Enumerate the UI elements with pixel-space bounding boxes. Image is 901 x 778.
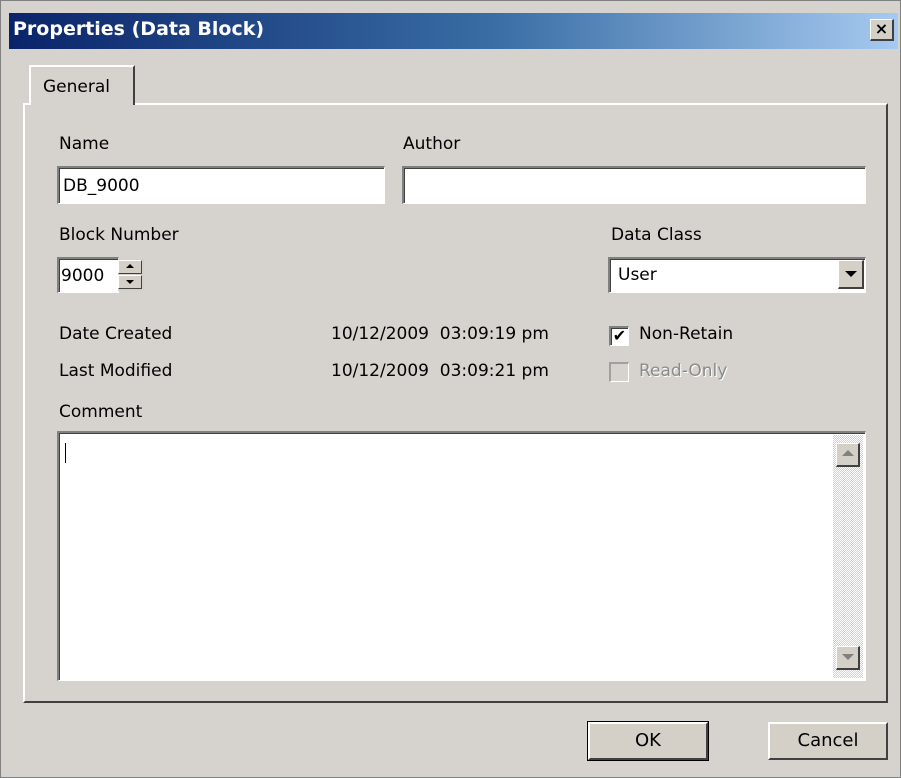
block-number-label: Block Number <box>59 225 179 245</box>
scroll-down-button[interactable] <box>836 646 860 670</box>
non-retain-checkbox[interactable]: ✔ <box>609 326 629 346</box>
spin-down-button[interactable] <box>118 275 142 289</box>
last-modified-label: Last Modified <box>59 361 173 381</box>
arrow-down-icon <box>842 654 854 660</box>
arrow-up-icon <box>842 450 854 456</box>
name-label: Name <box>59 134 110 154</box>
title-bar[interactable]: Properties (Data Block) × <box>9 13 898 49</box>
comment-scrollbar[interactable] <box>833 435 863 678</box>
tab-general[interactable]: General <box>29 65 135 105</box>
read-only-checkbox[interactable] <box>609 362 629 382</box>
close-icon: × <box>874 19 889 38</box>
author-input[interactable] <box>402 166 866 204</box>
comment-label: Comment <box>59 402 143 422</box>
block-number-spinner <box>118 259 144 291</box>
read-only-label: Read-Only <box>639 361 728 381</box>
arrow-down-icon <box>126 280 134 284</box>
date-created-value: 10/12/2009 03:09:19 pm <box>331 324 549 344</box>
ok-button[interactable]: OK <box>587 721 709 761</box>
tab-general-label: General <box>43 77 110 97</box>
checkmark-icon: ✔ <box>612 326 627 345</box>
block-number-input[interactable] <box>57 257 119 293</box>
last-modified-value: 10/12/2009 03:09:21 pm <box>331 361 549 381</box>
data-class-label: Data Class <box>611 225 702 245</box>
data-class-value: User <box>618 265 657 285</box>
name-input[interactable] <box>57 166 385 204</box>
date-created-label: Date Created <box>59 324 173 344</box>
close-button[interactable]: × <box>870 19 894 41</box>
scroll-up-button[interactable] <box>836 443 860 467</box>
data-class-select[interactable]: User <box>608 257 866 293</box>
non-retain-label[interactable]: Non-Retain <box>639 324 733 344</box>
comment-textarea[interactable] <box>57 431 866 681</box>
text-caret <box>65 443 66 463</box>
properties-dialog: Properties (Data Block) × General Name A… <box>0 0 901 778</box>
spin-up-button[interactable] <box>118 260 142 274</box>
author-label: Author <box>403 134 461 154</box>
arrow-up-icon <box>126 264 134 268</box>
data-class-dropdown-button[interactable] <box>838 260 864 289</box>
cancel-button[interactable]: Cancel <box>768 722 888 760</box>
window-title: Properties (Data Block) <box>13 18 265 40</box>
chevron-down-icon <box>845 271 857 277</box>
